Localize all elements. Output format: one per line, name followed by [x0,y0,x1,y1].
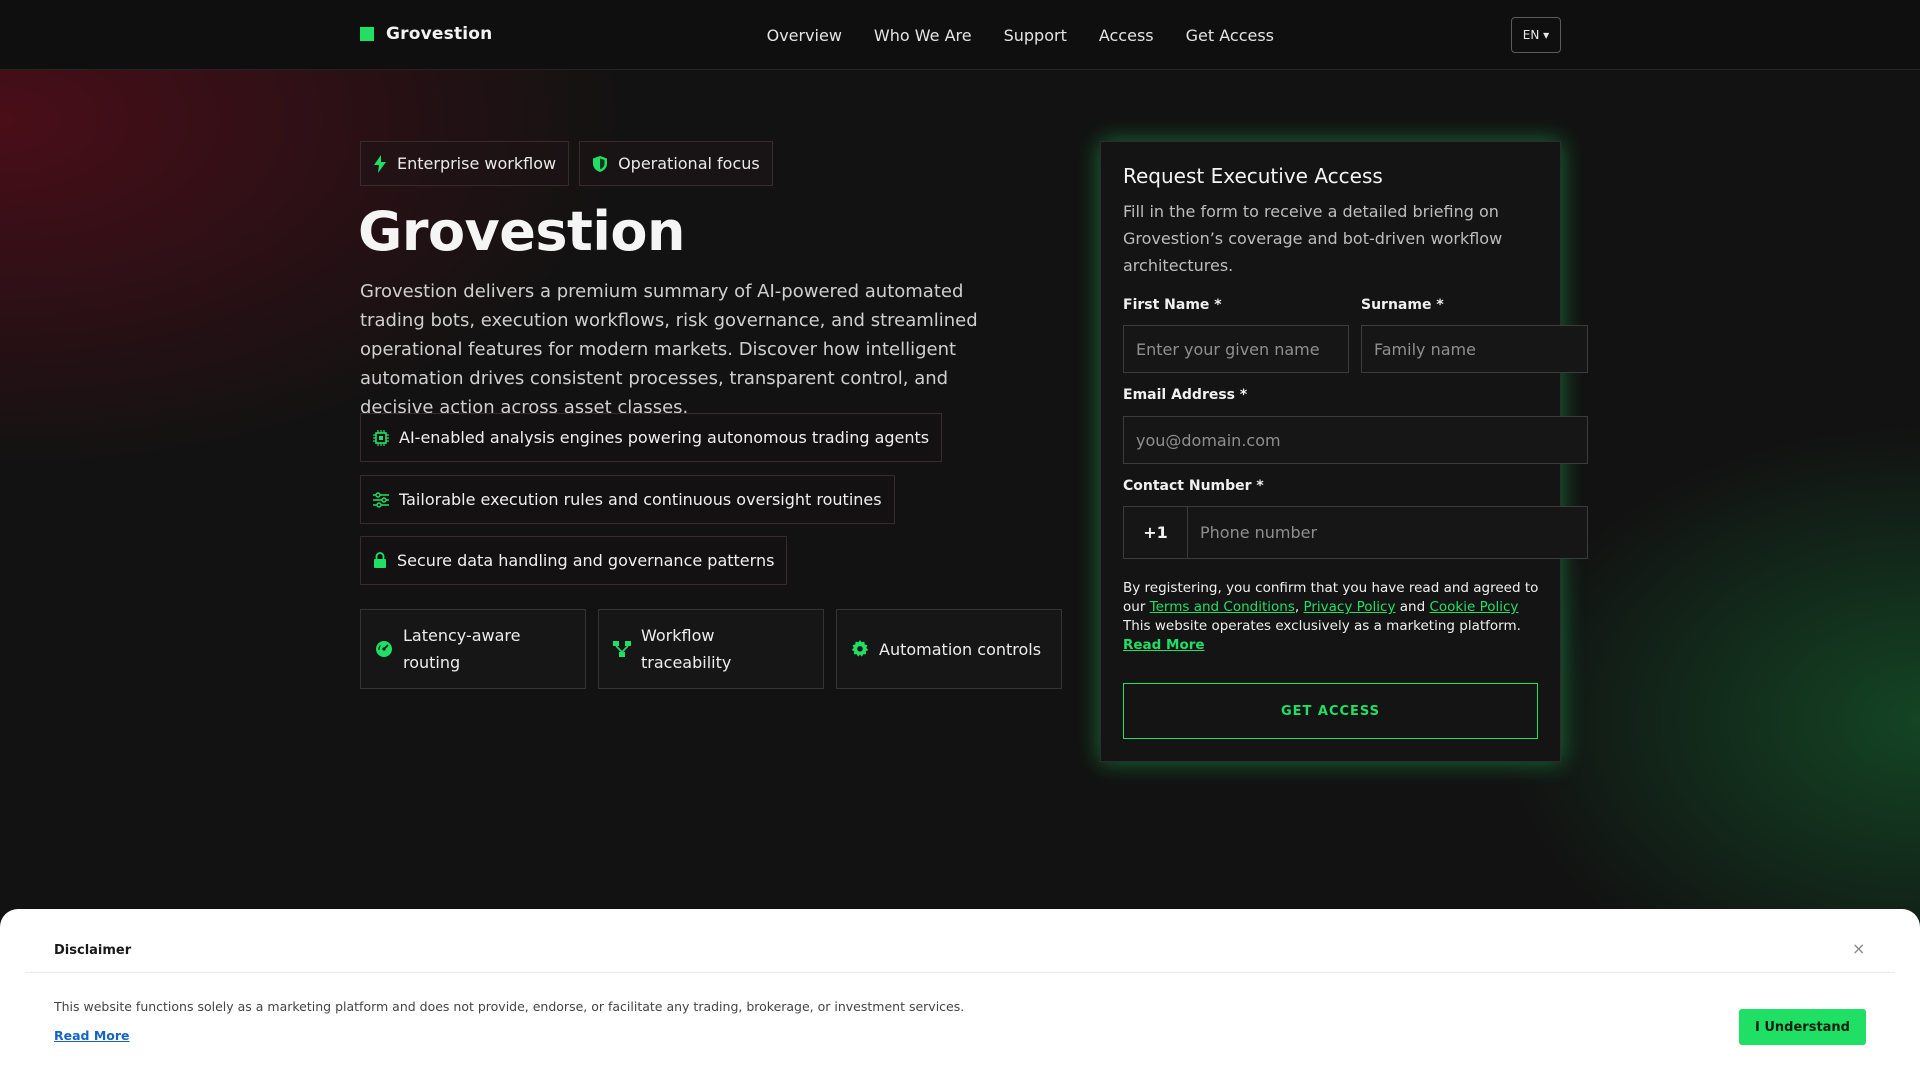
shield-icon [593,155,608,172]
email-input[interactable] [1123,416,1588,464]
first-name-input[interactable] [1123,325,1349,373]
sliders-icon [373,491,389,508]
nav-overview[interactable]: Overview [767,26,842,45]
phone-input[interactable] [1187,506,1588,559]
get-access-button[interactable]: GET ACCESS [1123,683,1538,739]
brand-square-icon [360,27,374,41]
chip-icon [373,429,389,446]
brand-logo[interactable]: Grovestion [360,24,492,44]
privacy-link[interactable]: Privacy Policy [1303,599,1395,615]
top-nav-bar: Grovestion Overview Who We Are Support A… [0,0,1920,70]
disclaimer-text: This website functions solely as a marke… [54,999,965,1014]
main-nav: Overview Who We Are Support Access Get A… [735,0,1274,70]
tile-label: Automation controls [879,639,1042,659]
lock-icon [374,552,386,568]
tile-label: Latency-aware routing [403,626,521,672]
hero-badges: Enterprise workflow Operational focus [360,141,783,186]
cookie-link[interactable]: Cookie Policy [1429,599,1518,615]
form-title: Request Executive Access [1123,164,1383,188]
gauge-icon [376,641,392,657]
disclaimer-divider [25,972,1895,973]
tile-workflow-traceability: Workflow traceability [598,609,824,689]
consent-and: and [1395,599,1430,615]
hero-title: Grovestion [358,200,685,263]
brand-name: Grovestion [386,24,493,44]
terms-link[interactable]: Terms and Conditions [1150,599,1295,615]
surname-input[interactable] [1361,325,1588,373]
consent-suffix: This website operates exclusively as a m… [1123,618,1521,634]
i-understand-button[interactable]: I Understand [1739,1009,1866,1045]
consent-text: By registering, you confirm that you hav… [1123,579,1541,655]
nav-who-we-are[interactable]: Who We Are [874,26,972,45]
nav-get-access[interactable]: Get Access [1186,26,1274,45]
badge-label: Operational focus [618,154,760,173]
tile-latency-routing: Latency-aware routing [360,609,586,689]
phone-country-code[interactable]: +1 [1123,506,1187,559]
feature-item-secure-data: Secure data handling and governance patt… [360,536,788,585]
form-subtitle: Fill in the form to receive a detailed b… [1123,202,1503,275]
badge-label: Enterprise workflow [397,154,557,173]
feature-label: AI-enabled analysis engines powering aut… [399,428,930,447]
feature-item-ai-analysis: AI-enabled analysis engines powering aut… [360,413,943,462]
disclaimer-title: Disclaimer [54,943,132,958]
language-selector[interactable]: EN ▾ [1511,17,1561,53]
bolt-icon [374,154,386,173]
badge-enterprise-workflow: Enterprise workflow [360,141,570,186]
page: Grovestion Overview Who We Are Support A… [0,0,1920,1080]
flow-icon [613,641,631,657]
nav-support[interactable]: Support [1004,26,1067,45]
feature-label: Tailorable execution rules and continuou… [399,490,882,509]
close-icon[interactable]: × [1852,939,1865,958]
surname-label: Surname * [1361,297,1444,313]
feature-label: Secure data handling and governance patt… [397,551,775,570]
gear-icon [851,640,869,657]
capability-tiles: Latency-aware routing Workflow traceabil… [360,609,1074,689]
read-more-link[interactable]: Read More [1123,637,1205,653]
hero-description: Grovestion delivers a premium summary of… [360,281,978,418]
email-label: Email Address * [1123,387,1248,403]
first-name-label: First Name * [1123,297,1222,313]
nav-access[interactable]: Access [1099,26,1154,45]
executive-access-form: Request Executive Access Fill in the for… [1100,141,1588,762]
disclaimer-read-more-link[interactable]: Read More [54,1028,130,1043]
feature-item-execution-rules: Tailorable execution rules and continuou… [360,475,895,524]
badge-operational-focus: Operational focus [579,141,773,186]
disclaimer-banner: Disclaimer × This website functions sole… [0,909,1920,1080]
tile-label: Workflow traceability [641,626,732,672]
tile-automation-controls: Automation controls [836,609,1062,689]
phone-label: Contact Number * [1123,478,1264,494]
